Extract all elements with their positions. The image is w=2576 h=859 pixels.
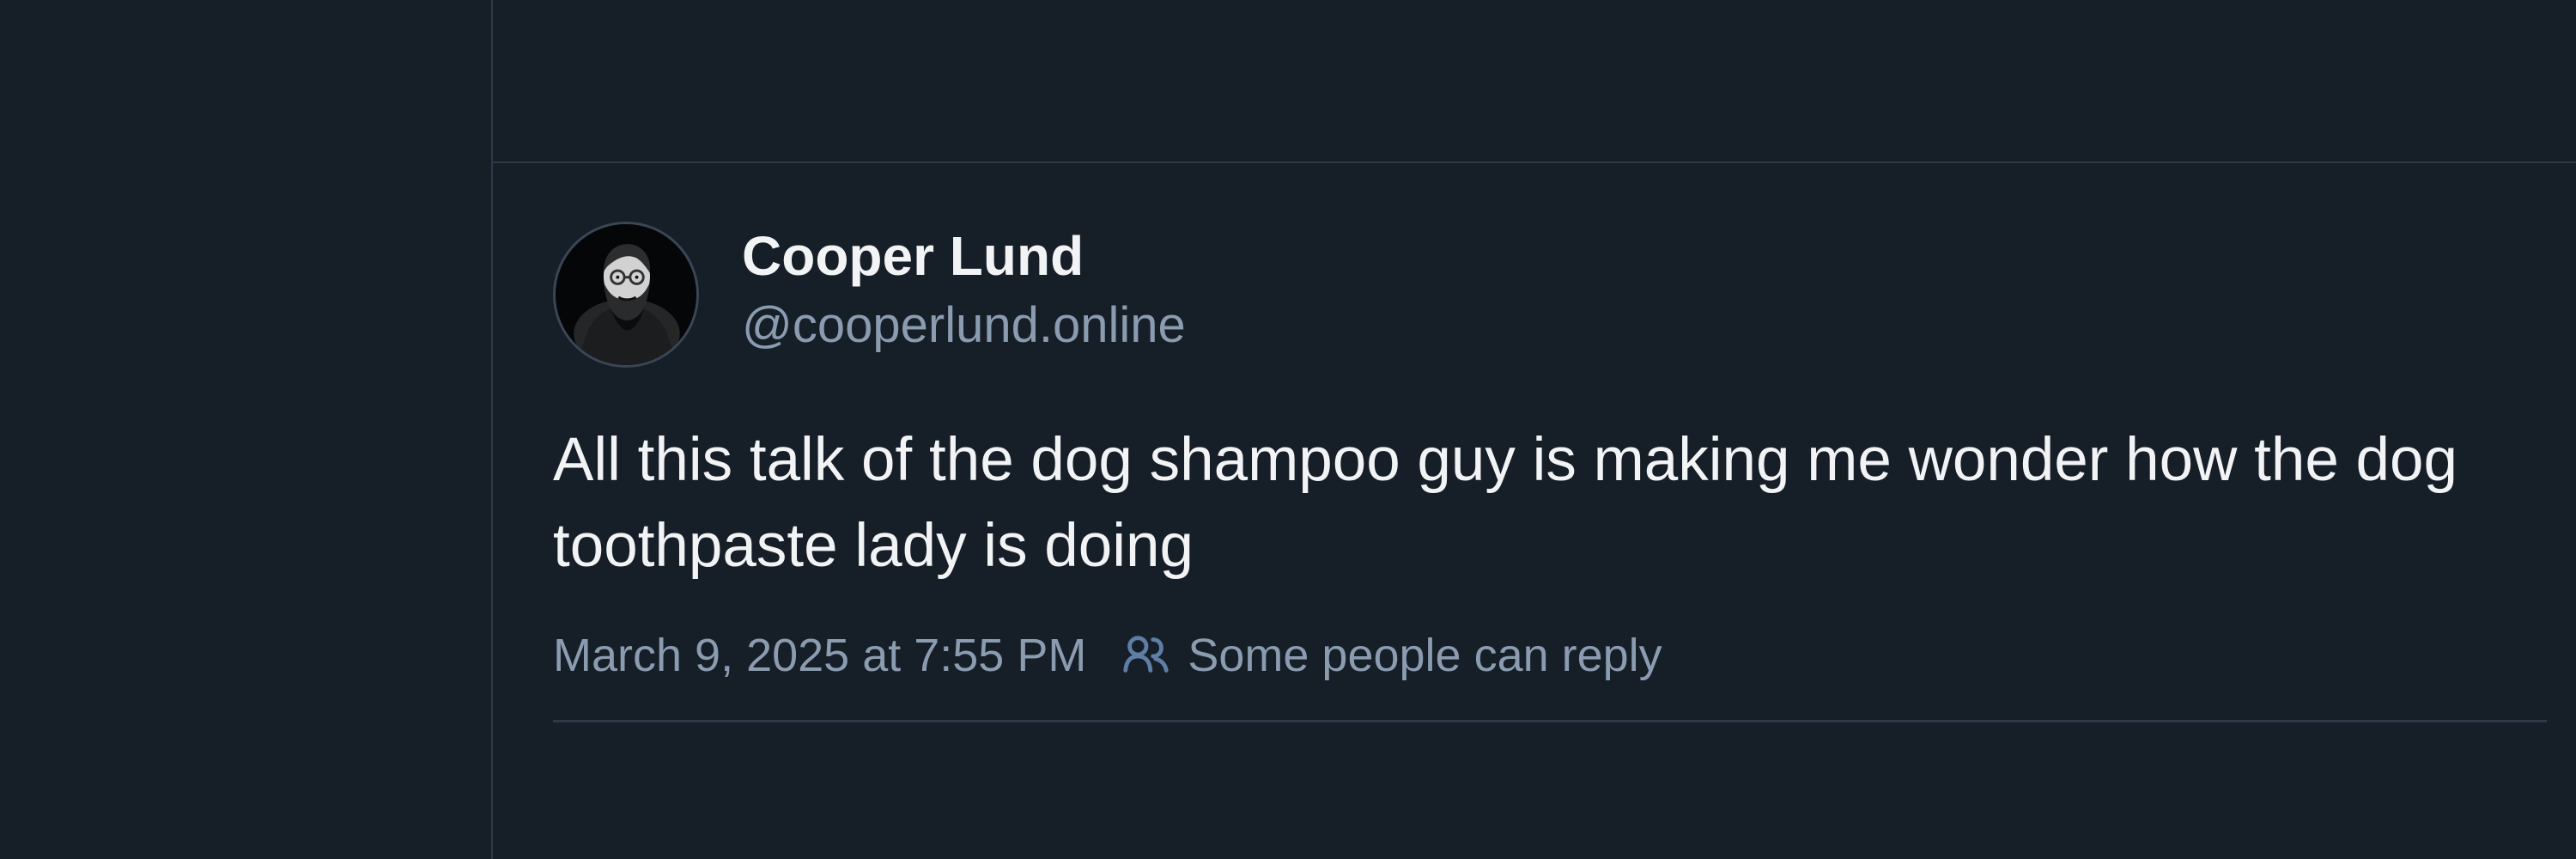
header-area [493, 0, 2576, 163]
post-meta-row: March 9, 2025 at 7:55 PM Some people can… [553, 625, 1662, 685]
people-icon [1123, 636, 1169, 673]
reply-settings[interactable]: Some people can reply [1119, 629, 1662, 682]
post-card: Cooper Lund @cooperlund.online All this … [493, 163, 2576, 859]
post-thread-page: Cooper Lund @cooperlund.online All this … [0, 0, 2576, 859]
post-timestamp[interactable]: March 9, 2025 at 7:55 PM [553, 629, 1086, 682]
reply-setting-label: Some people can reply [1188, 630, 1662, 681]
author-handle[interactable]: @cooperlund.online [742, 301, 1186, 350]
author-display-name[interactable]: Cooper Lund [742, 228, 1084, 283]
person-avatar-icon [556, 224, 696, 365]
post-divider [553, 720, 2547, 722]
left-sidebar-area [0, 0, 491, 859]
avatar[interactable] [553, 222, 699, 368]
main-feed-column: Cooper Lund @cooperlund.online All this … [491, 0, 2576, 859]
post-text: All this talk of the dog shampoo guy is … [553, 426, 2458, 580]
